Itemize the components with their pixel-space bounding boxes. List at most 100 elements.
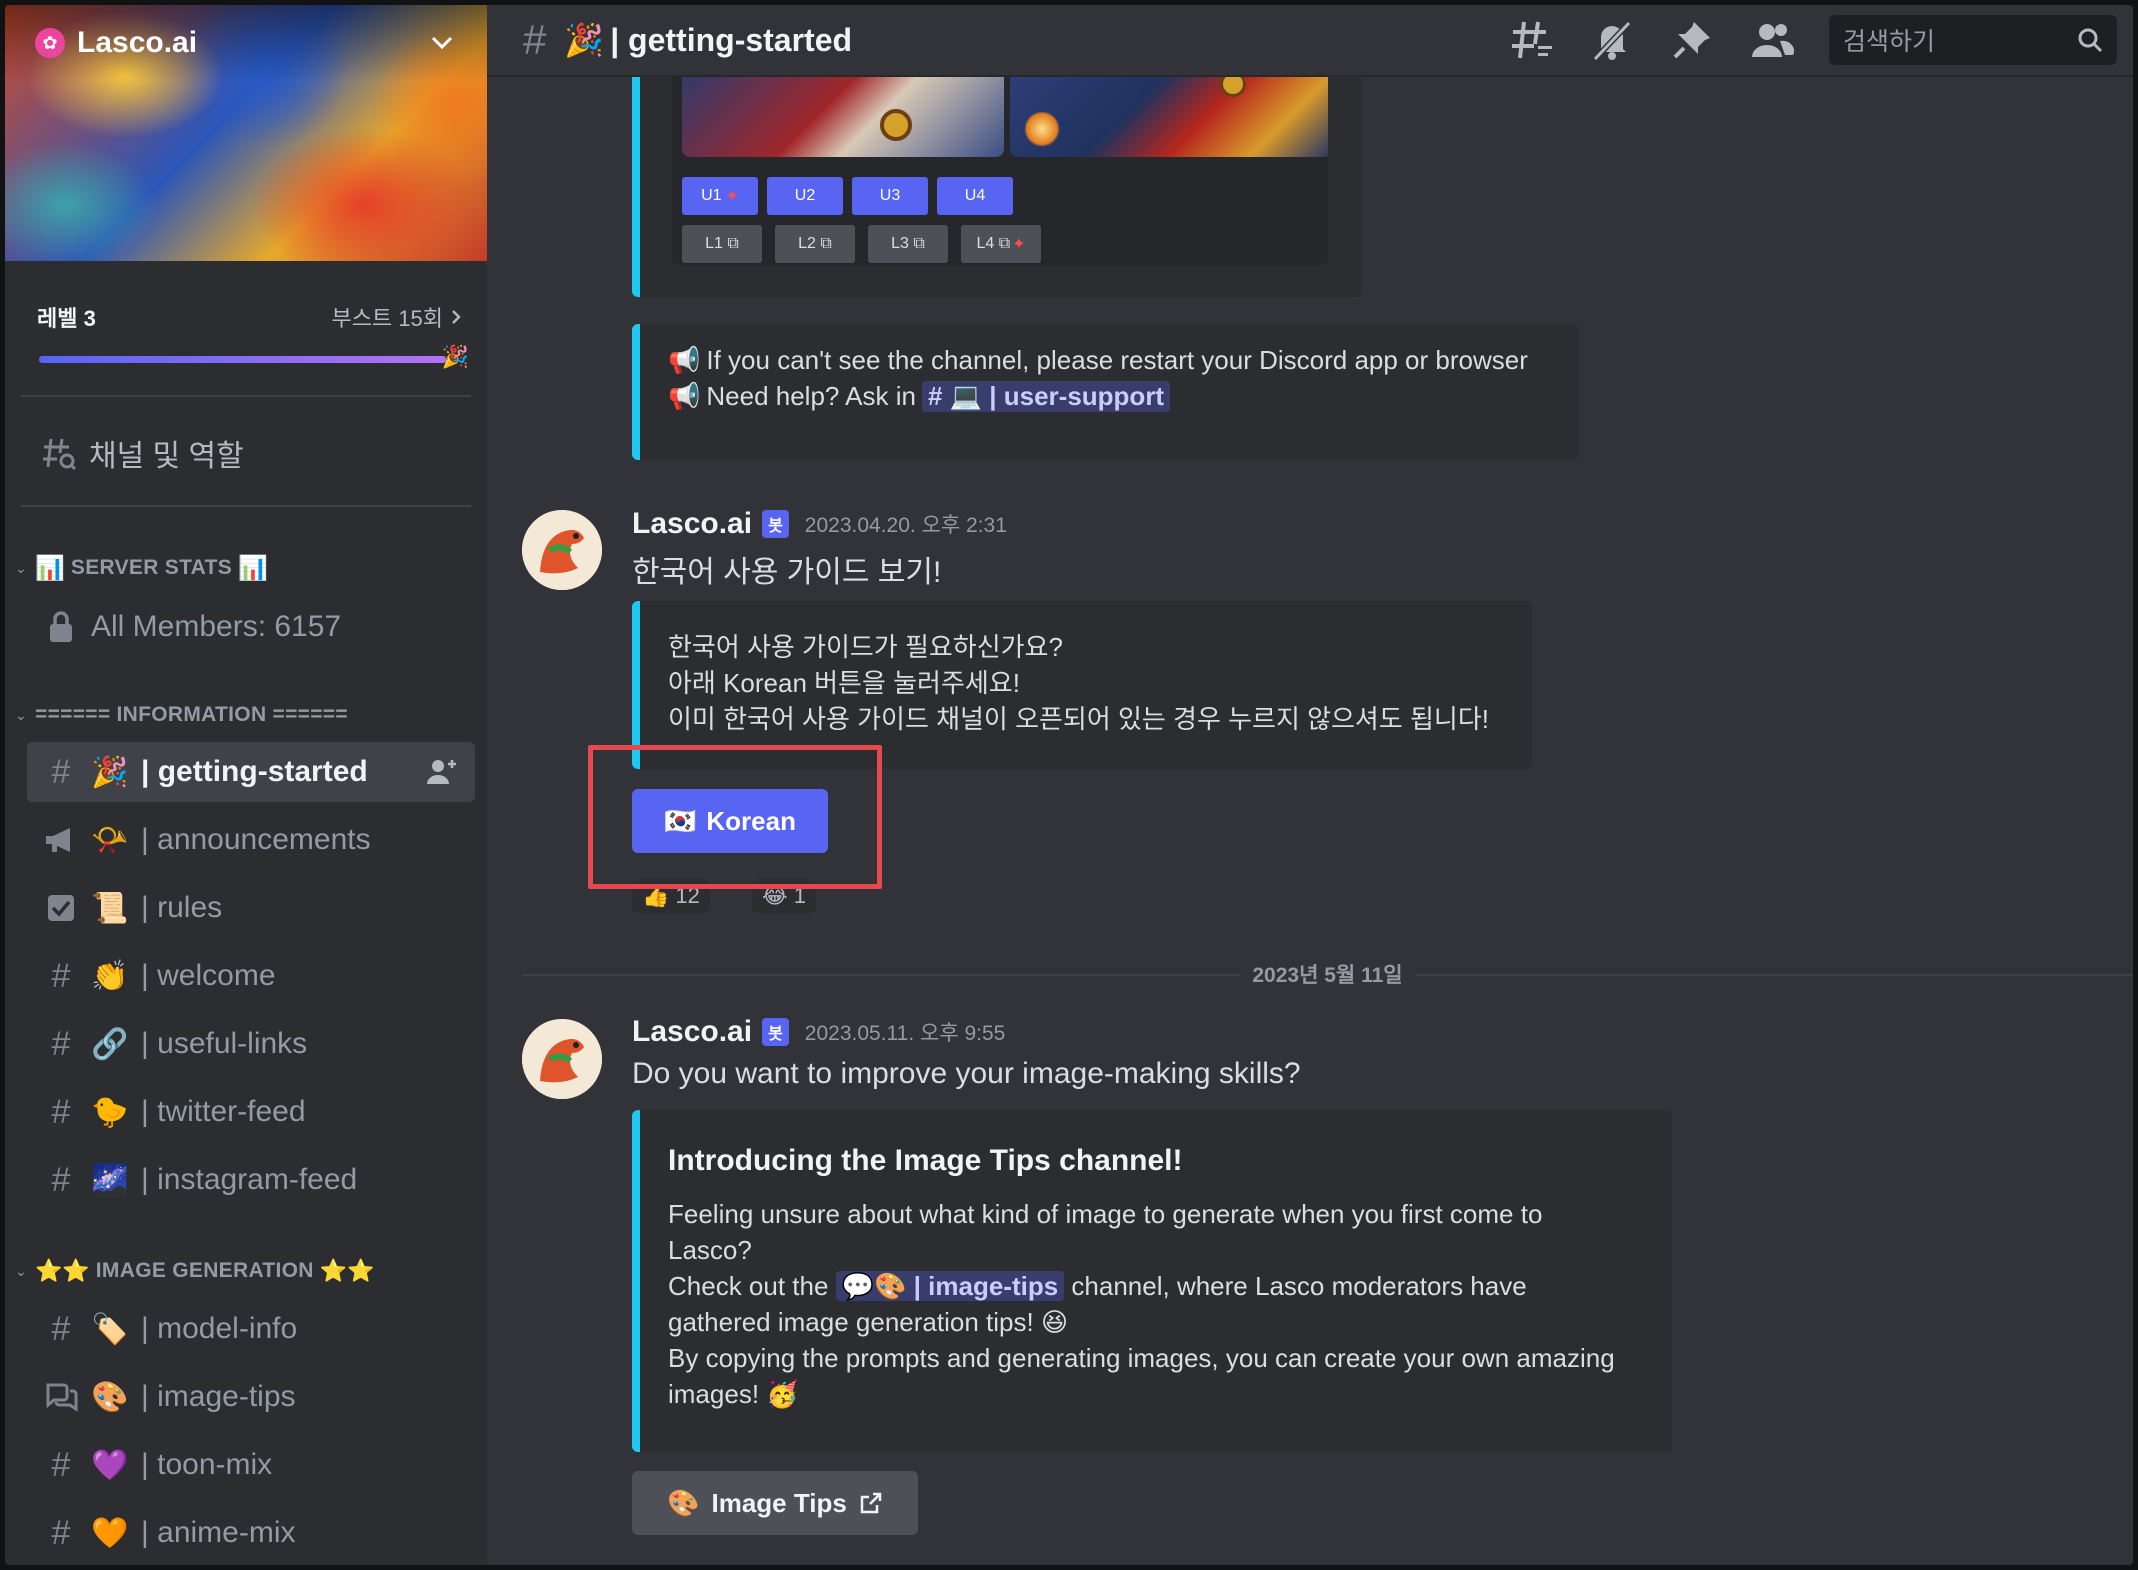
timestamp: 2023.04.20. 오후 2:31 xyxy=(804,514,1007,537)
megaphone-icon: 📢 xyxy=(668,344,701,375)
server-level-label: 레벨 3 xyxy=(37,306,96,331)
channel-name: | instagram-feed xyxy=(141,1163,358,1196)
link-button-l1[interactable]: L1 ⧉ xyxy=(682,225,762,263)
member-list-icon[interactable] xyxy=(1749,17,1795,63)
korean-guide-embed: 한국어 사용 가이드가 필요하신가요? 아래 Korean 버튼을 눌러주세요!… xyxy=(632,601,1532,769)
hash-icon: # xyxy=(51,956,71,995)
sidebar-item-image-tips[interactable]: 🎨 | image-tips xyxy=(27,1367,475,1427)
channel-name: | welcome xyxy=(141,959,276,992)
channel-name: | rules xyxy=(141,891,223,924)
boost-count[interactable]: 부스트 15회 xyxy=(331,301,461,333)
channel-name: | anime-mix xyxy=(141,1516,296,1549)
embed-title: Introducing the Image Tips channel! xyxy=(668,1144,1183,1177)
reaction-laughing[interactable]: 😂 1 xyxy=(752,879,816,913)
external-link-icon: ⧉ xyxy=(727,235,739,252)
message-text: Do you want to improve your image-making… xyxy=(632,1057,1301,1090)
korean-button[interactable]: 🇰🇷 Korean xyxy=(632,789,828,853)
author-name[interactable]: Lasco.ai xyxy=(632,1015,752,1049)
date-divider: 2023년 5월 11일 xyxy=(522,959,2133,989)
bot-tag: 봇 xyxy=(762,510,789,538)
palette-icon: 🎨 xyxy=(91,1380,129,1414)
notice-text: If you can't see the channel, please res… xyxy=(706,344,1528,375)
server-header[interactable]: ✿ Lasco.ai xyxy=(35,23,457,63)
avatar[interactable] xyxy=(522,510,602,590)
chevron-down-icon[interactable] xyxy=(427,28,457,58)
party-popper-icon: 🎉 xyxy=(441,344,469,369)
upscale-button-u1[interactable]: U1 ✦ xyxy=(682,177,758,215)
browse-channels-label: 채널 및 역할 xyxy=(89,440,244,473)
sidebar-item-rules[interactable]: 📜 | rules xyxy=(27,878,475,938)
image-tips-embed: Introducing the Image Tips channel! Feel… xyxy=(632,1110,1672,1452)
forum-icon xyxy=(43,1379,79,1415)
category-server-stats[interactable]: ⌄ 📊 SERVER STATS 📊 xyxy=(15,550,467,586)
header-toolbar: 검색하기 xyxy=(1509,15,2117,65)
browse-channels-and-roles[interactable]: 채널 및 역할 xyxy=(41,425,467,481)
stats-channel[interactable]: All Members: 6157 xyxy=(27,597,475,657)
category-information[interactable]: ⌄ ====== INFORMATION ====== xyxy=(15,697,467,733)
sidebar-divider xyxy=(21,395,471,397)
notice-embed: 📢 If you can't see the channel, please r… xyxy=(632,324,1579,460)
embed-line: Check out the 💬🎨 | image-tips channel, w… xyxy=(668,1271,1527,1301)
channel-mention-user-support[interactable]: # 💻 | user-support xyxy=(921,380,1171,412)
star-icon: ⭐⭐ xyxy=(319,1258,375,1283)
chevron-down-icon: ⌄ xyxy=(15,1262,27,1279)
search-input[interactable]: 검색하기 xyxy=(1829,15,2117,65)
image-tips-button[interactable]: 🎨 Image Tips xyxy=(632,1471,918,1535)
hash-icon: # xyxy=(51,1513,71,1552)
sidebar-item-toon-mix[interactable]: # 💜 | toon-mix xyxy=(27,1435,475,1495)
megaphone-icon: 📢 xyxy=(668,380,701,411)
channel-name: | announcements xyxy=(141,823,371,856)
reaction-count: 12 xyxy=(675,883,700,908)
notification-bell-muted-icon[interactable] xyxy=(1589,17,1635,63)
external-link-icon xyxy=(860,1492,882,1514)
category-label: ====== INFORMATION ====== xyxy=(35,703,348,726)
category-image-generation[interactable]: ⌄ ⭐⭐ IMAGE GENERATION ⭐⭐ xyxy=(15,1253,467,1289)
link-button-l3[interactable]: L3 ⧉ xyxy=(868,225,948,263)
category-label: IMAGE GENERATION xyxy=(95,1259,314,1282)
korean-button-label: Korean xyxy=(706,805,796,836)
server-banner: ✿ Lasco.ai xyxy=(5,5,487,261)
star-icon: ⭐⭐ xyxy=(35,1258,90,1283)
checkbox-icon xyxy=(43,890,79,926)
upscale-button-u2[interactable]: U2 xyxy=(767,177,843,215)
generated-image[interactable] xyxy=(1010,77,1328,157)
pin-icon[interactable] xyxy=(1669,17,1715,63)
upscale-button-u4[interactable]: U4 xyxy=(937,177,1013,215)
scroll-icon: 📜 xyxy=(91,891,129,925)
server-boost-icon: ✿ xyxy=(35,28,65,58)
sidebar-item-announcements[interactable]: 📯 | announcements xyxy=(27,810,475,870)
link-button-l2[interactable]: L2 ⧉ xyxy=(775,225,855,263)
image-grid: U1 ✦ U2 U3 U4 L1 ⧉ L2 ⧉ L3 ⧉ L4 ⧉ ✦ xyxy=(672,77,1328,265)
hash-icon: # xyxy=(51,1445,71,1484)
channel-name: | useful-links xyxy=(141,1027,308,1060)
upscale-button-u3[interactable]: U3 xyxy=(852,177,928,215)
link-button-l4[interactable]: L4 ⧉ ✦ xyxy=(961,225,1041,263)
chevron-down-icon: ⌄ xyxy=(15,559,27,576)
boost-progress-fill xyxy=(39,356,447,363)
generated-image[interactable] xyxy=(682,77,1004,157)
hash-icon: # xyxy=(523,16,547,63)
external-link-icon: ⧉ xyxy=(820,235,832,252)
sidebar-item-welcome[interactable]: # 👏 | welcome xyxy=(27,946,475,1006)
server-name: Lasco.ai xyxy=(77,26,198,59)
thumbs-up-icon: 👍 xyxy=(642,883,670,908)
reaction-thumbs-up[interactable]: 👍 12 xyxy=(632,879,710,913)
laughing-face-icon: 😂 xyxy=(762,883,788,908)
embed-line: images! 🥳 xyxy=(668,1379,799,1409)
avatar[interactable] xyxy=(522,1019,602,1099)
embed-line: 이미 한국어 사용 가이드 채널이 오픈되어 있는 경우 누르지 않으셔도 됩니… xyxy=(668,704,1489,734)
sidebar-item-useful-links[interactable]: # 🔗 | useful-links xyxy=(27,1014,475,1074)
sidebar-item-model-info[interactable]: # 🏷️ | model-info xyxy=(27,1299,475,1359)
party-popper-icon: 🎉 xyxy=(564,22,605,58)
threads-icon[interactable] xyxy=(1509,17,1555,63)
notice-line: 📢 Need help? Ask in # 💻 | user-support xyxy=(668,378,1551,414)
add-member-icon[interactable] xyxy=(427,758,457,791)
channel-mention-image-tips[interactable]: 💬🎨 | image-tips xyxy=(835,1271,1065,1301)
sidebar-item-anime-mix[interactable]: # 🧡 | anime-mix xyxy=(27,1503,475,1563)
author-name[interactable]: Lasco.ai xyxy=(632,507,752,541)
sidebar-item-instagram-feed[interactable]: # 🌌 | instagram-feed xyxy=(27,1150,475,1210)
boost-status-row[interactable]: 레벨 3 부스트 15회 xyxy=(37,297,461,337)
sidebar-item-getting-started[interactable]: # 🎉 | getting-started xyxy=(27,742,475,802)
sidebar-item-twitter-feed[interactable]: # 🐤 | twitter-feed xyxy=(27,1082,475,1142)
channel-sidebar: ✿ Lasco.ai 레벨 3 부스트 15회 🎉 채널 및 역할 ⌄ 📊 SE… xyxy=(5,5,487,1565)
